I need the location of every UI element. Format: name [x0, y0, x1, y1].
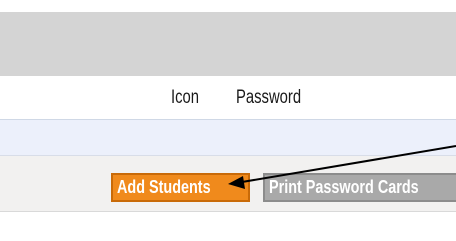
column-header-row: Icon Password [0, 76, 456, 120]
table-row [0, 120, 456, 156]
column-header-icon[interactable]: Icon [171, 87, 199, 109]
action-bar: Add Students Print Password Cards [0, 156, 456, 212]
column-header-password[interactable]: Password [236, 87, 301, 109]
top-strip [0, 0, 456, 12]
print-password-cards-button[interactable]: Print Password Cards [263, 173, 456, 202]
bottom-strip [0, 212, 456, 241]
header-band [0, 12, 456, 76]
add-students-label: Add Students [117, 177, 211, 197]
print-password-cards-label: Print Password Cards [269, 177, 419, 197]
add-students-button[interactable]: Add Students [111, 173, 250, 202]
